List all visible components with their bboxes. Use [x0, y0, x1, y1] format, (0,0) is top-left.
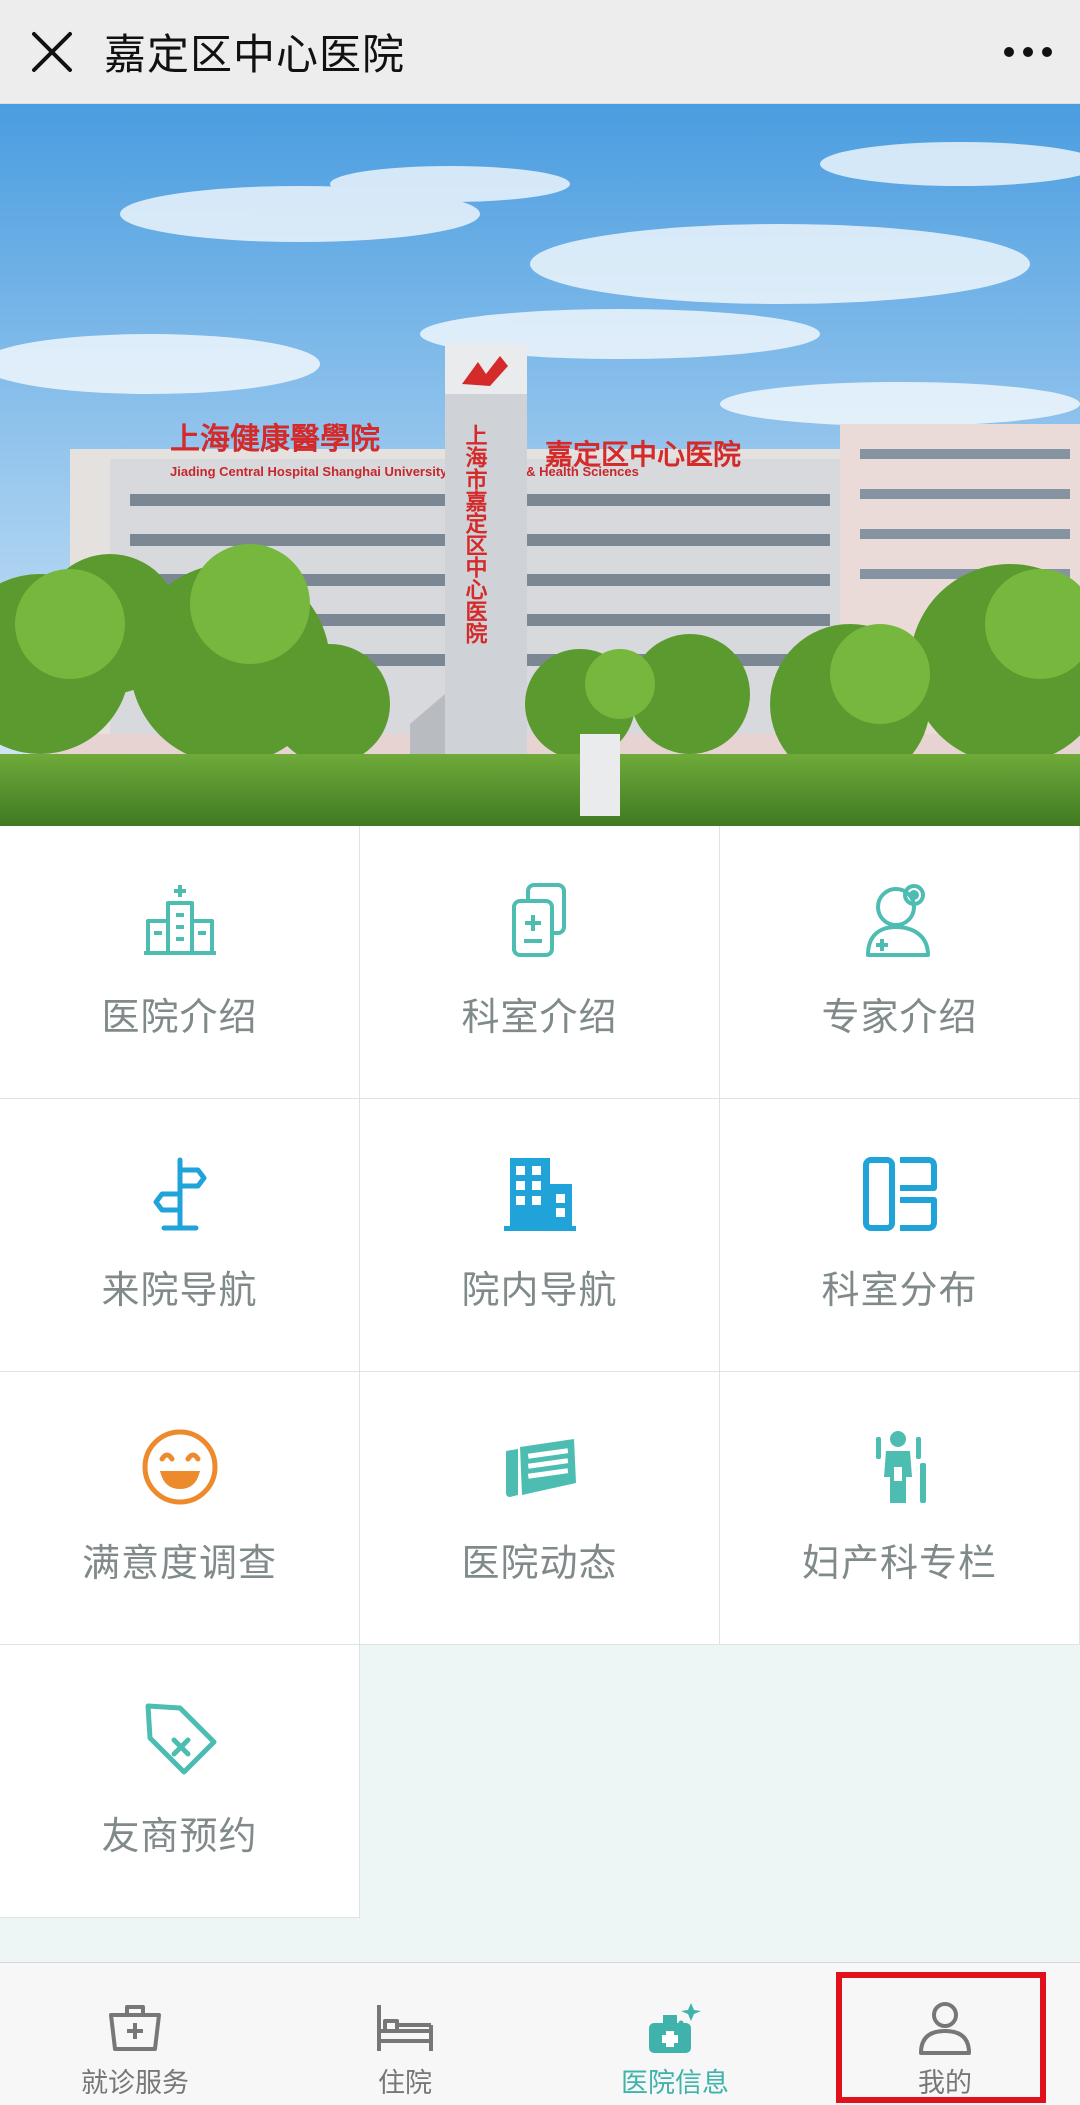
maternity-icon [876, 1431, 926, 1503]
close-button[interactable] [0, 0, 104, 104]
tag-icon [145, 1703, 217, 1775]
tab-hospital-info[interactable]: 医院信息 [540, 1963, 810, 2105]
tab-label: 我的 [918, 2068, 972, 2099]
building-icon [504, 1158, 576, 1231]
grid-item-label: 科室介绍 [461, 995, 618, 1039]
grid-item-indoor-navigation[interactable]: 院内导航 [360, 1099, 720, 1372]
grid-item-partner-booking[interactable]: 友商预约 [0, 1645, 360, 1918]
doctor-expert-icon [866, 884, 930, 957]
grid-item-hospital-news[interactable]: 医院动态 [360, 1372, 720, 1645]
grid-item-label: 医院动态 [461, 1541, 618, 1585]
grid-item-label: 医院介绍 [101, 995, 258, 1039]
bed-icon [377, 2005, 433, 2051]
more-options-button[interactable] [998, 22, 1058, 82]
grid-item-label: 专家介绍 [821, 995, 978, 1039]
grid-item-hospital-intro[interactable]: 医院介绍 [0, 826, 360, 1099]
newspaper-icon [506, 1439, 576, 1497]
floor-plan-icon [863, 1157, 937, 1231]
grid-item-directions[interactable]: 来院导航 [0, 1099, 360, 1372]
app-root: 嘉定区中心医院 上海健康醫學院 嘉定区中心医院 Jiading Central … [0, 0, 1080, 2105]
grid-item-satisfaction-survey[interactable]: 满意度调查 [0, 1372, 360, 1645]
signpost-icon [153, 1157, 207, 1231]
grid-item-expert-intro[interactable]: 专家介绍 [720, 826, 1080, 1099]
hospital-building-icon [144, 885, 216, 955]
grid-item-label: 来院导航 [101, 1268, 258, 1312]
signage-top: 上海健康醫學院 [170, 422, 380, 456]
tab-label: 医院信息 [621, 2068, 729, 2099]
hero-banner-image: 上海健康醫學院 嘉定区中心医院 Jiading Central Hospital… [0, 104, 1080, 826]
grid-item-department-intro[interactable]: 科室介绍 [360, 826, 720, 1099]
grid-item-label: 妇产科专栏 [801, 1541, 997, 1585]
grid-item-label: 科室分布 [821, 1268, 978, 1312]
grid-item-obstetrics[interactable]: 妇产科专栏 [720, 1372, 1080, 1645]
title-bar: 嘉定区中心医院 [0, 0, 1080, 104]
more-dot [1023, 47, 1033, 57]
hospital-photo: 上海健康醫學院 嘉定区中心医院 Jiading Central Hospital… [0, 104, 1080, 826]
signage-en: Jiading Central Hospital Shanghai Univer… [170, 464, 639, 479]
tab-label: 住院 [378, 2068, 432, 2099]
more-dots-icon [1004, 47, 1014, 57]
tab-profile[interactable]: 我的 [810, 1963, 1080, 2105]
grid-item-department-layout[interactable]: 科室分布 [720, 1099, 1080, 1372]
more-dot [1042, 47, 1052, 57]
grid-item-label: 满意度调查 [81, 1541, 277, 1585]
medical-kit-icon [109, 2005, 161, 2051]
smile-icon [142, 1429, 218, 1505]
tab-medical-services[interactable]: 就诊服务 [0, 1963, 270, 2105]
grid-item-label: 友商预约 [101, 1814, 258, 1858]
page-title: 嘉定区中心医院 [104, 30, 406, 79]
grid-item-label: 院内导航 [461, 1268, 618, 1312]
tab-inpatient[interactable]: 住院 [270, 1963, 540, 2105]
department-docs-icon [512, 883, 566, 957]
tab-label: 就诊服务 [81, 2068, 189, 2099]
tower-text: 上海市嘉定区中心医院 [462, 424, 488, 645]
hospital-info-icon [649, 2003, 701, 2053]
user-icon [919, 2002, 971, 2055]
close-icon [32, 31, 72, 72]
bottom-tab-bar: 就诊服务 住院 医院信息 我的 [0, 1962, 1080, 2105]
